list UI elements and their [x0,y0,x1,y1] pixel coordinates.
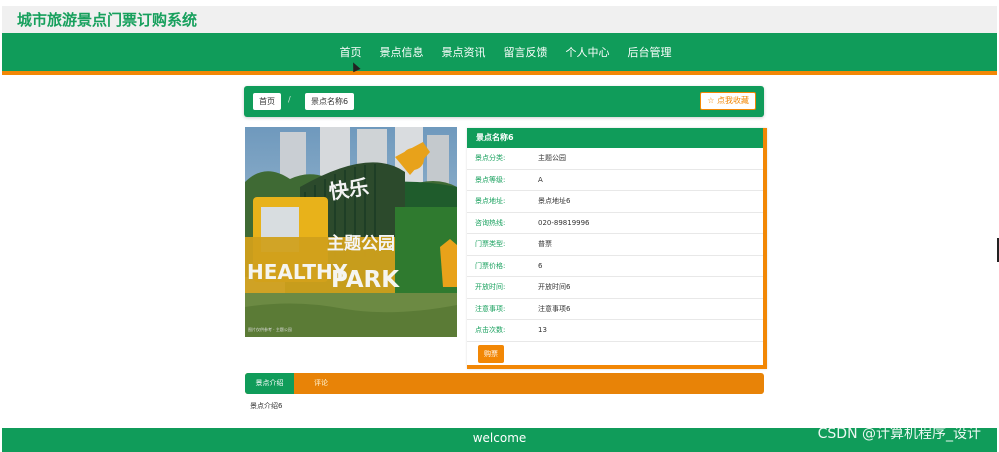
nav-item-admin[interactable]: 后台管理 [628,44,672,60]
info-row-level: 景点等级: A [467,170,763,191]
attraction-name-title: 景点名称6 [467,128,763,148]
info-value: 主题公园 [538,154,566,162]
nav-menu: 首页 景点信息 景点资讯 留言反馈 个人中心 后台管理 [2,33,997,71]
photo-sign-right-text: PARK [331,267,400,293]
info-label: 景点等级: [475,175,506,184]
info-label: 门票类型: [475,240,506,248]
info-value: 020-89819996 [538,218,590,227]
tab-comments[interactable]: 评论 [304,373,338,394]
info-label: 开放时间: [475,283,506,291]
nav-item-feedback[interactable]: 留言反馈 [504,44,548,60]
info-row-opening-hours: 开放时间: 开放时间6 [467,277,763,299]
breadcrumb-current: 景点名称6 [305,93,355,110]
info-row-address: 景点地址: 景点地址6 [467,191,763,213]
nav-item-home[interactable]: 首页 [340,44,362,60]
nav-item-news[interactable]: 景点资讯 [442,44,486,60]
info-row-hotline: 咨询热线: 020-89819996 [467,213,763,234]
tab-introduction[interactable]: 景点介绍 [245,373,294,394]
buy-ticket-button[interactable]: 购票 [478,345,504,363]
info-value: 开放时间6 [538,283,571,291]
info-row-click-count: 点击次数: 13 [467,320,763,342]
info-row-ticket-price: 门票价格: 6 [467,256,763,277]
tab-content-introduction: 景点介绍6 [250,402,283,410]
info-value: 景点地址6 [538,197,571,205]
attraction-info-panel: 景点名称6 景点分类: 主题公园 景点等级: A 景点地址: 景点地址6 咨询热… [467,128,767,369]
page: 城市旅游景点门票订购系统 首页 景点信息 景点资讯 留言反馈 个人中心 后台管理… [0,0,999,452]
detail-tabs: 景点介绍 评论 [245,373,764,394]
photo-sign-main-text: 主题公园 [327,233,395,254]
top-header: 城市旅游景点门票订购系统 [2,6,997,33]
info-label: 注意事项: [475,304,506,313]
info-label: 门票价格: [475,261,506,270]
info-value: 注意事项6 [538,304,571,313]
breadcrumb: 首页 / 景点名称6 ☆ 点我收藏 [244,86,764,117]
attraction-photo: 快乐 主题公园 HEALTHY PARK 图片仅供参考 · 主题公园 [245,127,457,337]
breadcrumb-separator: / [288,95,291,104]
site-title: 城市旅游景点门票订购系统 [17,11,198,29]
info-value: 普票 [538,240,552,248]
main-navbar: 首页 景点信息 景点资讯 留言反馈 个人中心 后台管理 [2,33,997,75]
info-row-notes: 注意事项: 注意事项6 [467,299,763,320]
info-label: 点击次数: [475,326,506,334]
favorite-button[interactable]: ☆ 点我收藏 [700,92,756,110]
info-label: 景点分类: [475,154,506,162]
info-row-ticket-type: 门票类型: 普票 [467,234,763,256]
info-row-category: 景点分类: 主题公园 [467,148,763,170]
photo-caption: 图片仅供参考 · 主题公园 [248,327,292,332]
info-value: A [538,175,543,184]
info-label: 咨询热线: [475,218,506,227]
csdn-watermark: CSDN @计算机程序_设计 [817,426,981,442]
nav-item-profile[interactable]: 个人中心 [566,44,610,60]
park-sign-illustration: 快乐 主题公园 HEALTHY PARK [245,127,457,337]
info-value: 6 [538,261,543,270]
nav-item-attractions[interactable]: 景点信息 [380,44,424,60]
breadcrumb-home-link[interactable]: 首页 [253,93,281,110]
info-label: 景点地址: [475,197,506,205]
info-value: 13 [538,326,547,334]
